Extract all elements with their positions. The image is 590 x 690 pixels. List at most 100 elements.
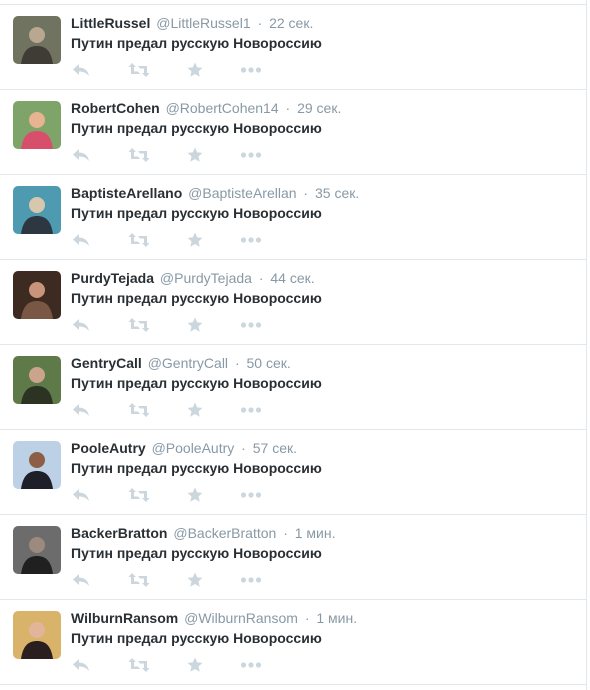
avatar[interactable] (13, 16, 61, 64)
tweet-author-name[interactable]: PurdyTejada (71, 270, 154, 286)
retweet-icon[interactable] (128, 487, 150, 503)
tweet-header: LittleRussel @LittleRussel1 · 22 сек. (71, 14, 313, 32)
tweet-author-handle[interactable]: @RobertCohen14 (166, 100, 279, 116)
reply-icon[interactable] (72, 147, 90, 163)
more-icon[interactable] (240, 402, 262, 418)
retweet-icon[interactable] (128, 147, 150, 163)
retweet-icon[interactable] (128, 317, 150, 333)
favorite-icon[interactable] (187, 402, 203, 418)
tweet-header: PurdyTejada @PurdyTejada · 44 сек. (71, 269, 315, 287)
avatar[interactable] (13, 526, 61, 574)
retweet-icon[interactable] (128, 62, 150, 78)
tweet-author-handle[interactable]: @BackerBratton (173, 525, 276, 541)
reply-icon[interactable] (72, 317, 90, 333)
tweet-timestamp[interactable]: 50 сек. (247, 355, 291, 371)
reply-icon[interactable] (72, 402, 90, 418)
tweet-author-name[interactable]: PooleAutry (71, 440, 146, 456)
tweet-header: WilburnRansom @WilburnRansom · 1 мин. (71, 609, 357, 627)
tweet-header: RobertCohen @RobertCohen14 · 29 сек. (71, 99, 341, 117)
tweet-header-separator: · (257, 15, 263, 31)
tweet-timeline: LittleRussel @LittleRussel1 · 22 сек. Пу… (0, 0, 587, 690)
tweet-timestamp[interactable]: 1 мин. (295, 525, 336, 541)
reply-icon[interactable] (72, 487, 90, 503)
tweet-timestamp[interactable]: 57 сек. (253, 440, 297, 456)
tweet-header: GentryCall @GentryCall · 50 сек. (71, 354, 291, 372)
tweet-author-handle[interactable]: @PooleAutry (152, 440, 235, 456)
tweet-author-name[interactable]: GentryCall (71, 355, 142, 371)
avatar-image (13, 271, 61, 319)
favorite-icon[interactable] (187, 572, 203, 588)
tweet-item[interactable]: LittleRussel @LittleRussel1 · 22 сек. Пу… (0, 5, 586, 90)
tweet-text: Путин предал русскую Новороссию (71, 545, 322, 561)
tweet-author-name[interactable]: RobertCohen (71, 100, 160, 116)
tweet-timestamp[interactable]: 29 сек. (297, 100, 341, 116)
favorite-icon[interactable] (187, 62, 203, 78)
favorite-icon[interactable] (187, 657, 203, 673)
tweet-header-separator: · (304, 610, 310, 626)
more-icon[interactable] (240, 487, 262, 503)
more-icon[interactable] (240, 147, 262, 163)
tweet-text: Путин предал русскую Новороссию (71, 290, 322, 306)
avatar-image (13, 441, 61, 489)
tweet-author-handle[interactable]: @WilburnRansom (184, 610, 298, 626)
favorite-icon[interactable] (187, 317, 203, 333)
retweet-icon[interactable] (128, 402, 150, 418)
tweet-author-handle[interactable]: @BaptisteArellan (188, 185, 296, 201)
tweet-author-handle[interactable]: @PurdyTejada (160, 270, 252, 286)
tweet-text: Путин предал русскую Новороссию (71, 205, 322, 221)
reply-icon[interactable] (72, 657, 90, 673)
tweet-author-name[interactable]: WilburnRansom (71, 610, 178, 626)
tweet-author-handle[interactable]: @GentryCall (148, 355, 228, 371)
tweet-author-name[interactable]: LittleRussel (71, 15, 150, 31)
avatar[interactable] (13, 356, 61, 404)
tweet-item[interactable]: BackerBratton @BackerBratton · 1 мин. Пу… (0, 515, 586, 600)
reply-icon[interactable] (72, 572, 90, 588)
avatar[interactable] (13, 441, 61, 489)
more-icon[interactable] (240, 62, 262, 78)
tweet-timestamp[interactable]: 44 сек. (270, 270, 314, 286)
tweet-header-separator: · (303, 185, 309, 201)
tweet-header: BaptisteArellano @BaptisteArellan · 35 с… (71, 184, 359, 202)
tweet-text: Путин предал русскую Новороссию (71, 120, 322, 136)
tweet-header: BackerBratton @BackerBratton · 1 мин. (71, 524, 336, 542)
tweet-item[interactable]: GentryCall @GentryCall · 50 сек. Путин п… (0, 345, 586, 430)
avatar-image (13, 186, 61, 234)
reply-icon[interactable] (72, 62, 90, 78)
avatar[interactable] (13, 186, 61, 234)
tweet-timestamp[interactable]: 22 сек. (269, 15, 313, 31)
tweet-item[interactable]: WilburnRansom @WilburnRansom · 1 мин. Пу… (0, 600, 586, 685)
retweet-icon[interactable] (128, 657, 150, 673)
avatar-image (13, 16, 61, 64)
avatar-image (13, 101, 61, 149)
tweet-author-handle[interactable]: @LittleRussel1 (156, 15, 250, 31)
avatar[interactable] (13, 101, 61, 149)
retweet-icon[interactable] (128, 572, 150, 588)
tweet-item[interactable]: RobertCohen @RobertCohen14 · 29 сек. Пут… (0, 90, 586, 175)
tweet-header-separator: · (258, 270, 264, 286)
tweet-text: Путин предал русскую Новороссию (71, 35, 322, 51)
favorite-icon[interactable] (187, 147, 203, 163)
more-icon[interactable] (240, 317, 262, 333)
favorite-icon[interactable] (187, 232, 203, 248)
avatar-image (13, 356, 61, 404)
tweet-timestamp[interactable]: 1 мин. (316, 610, 357, 626)
tweet-list: LittleRussel @LittleRussel1 · 22 сек. Пу… (0, 5, 586, 685)
avatar[interactable] (13, 271, 61, 319)
reply-icon[interactable] (72, 232, 90, 248)
favorite-icon[interactable] (187, 487, 203, 503)
tweet-item[interactable]: PooleAutry @PooleAutry · 57 сек. Путин п… (0, 430, 586, 515)
retweet-icon[interactable] (128, 232, 150, 248)
avatar[interactable] (13, 611, 61, 659)
avatar-image (13, 526, 61, 574)
avatar-image (13, 611, 61, 659)
tweet-author-name[interactable]: BaptisteArellano (71, 185, 182, 201)
more-icon[interactable] (240, 572, 262, 588)
tweet-item[interactable]: BaptisteArellano @BaptisteArellan · 35 с… (0, 175, 586, 260)
more-icon[interactable] (240, 657, 262, 673)
tweet-header: PooleAutry @PooleAutry · 57 сек. (71, 439, 297, 457)
tweet-timestamp[interactable]: 35 сек. (315, 185, 359, 201)
more-icon[interactable] (240, 232, 262, 248)
tweet-item[interactable]: PurdyTejada @PurdyTejada · 44 сек. Путин… (0, 260, 586, 345)
tweet-author-name[interactable]: BackerBratton (71, 525, 167, 541)
tweet-text: Путин предал русскую Новороссию (71, 460, 322, 476)
